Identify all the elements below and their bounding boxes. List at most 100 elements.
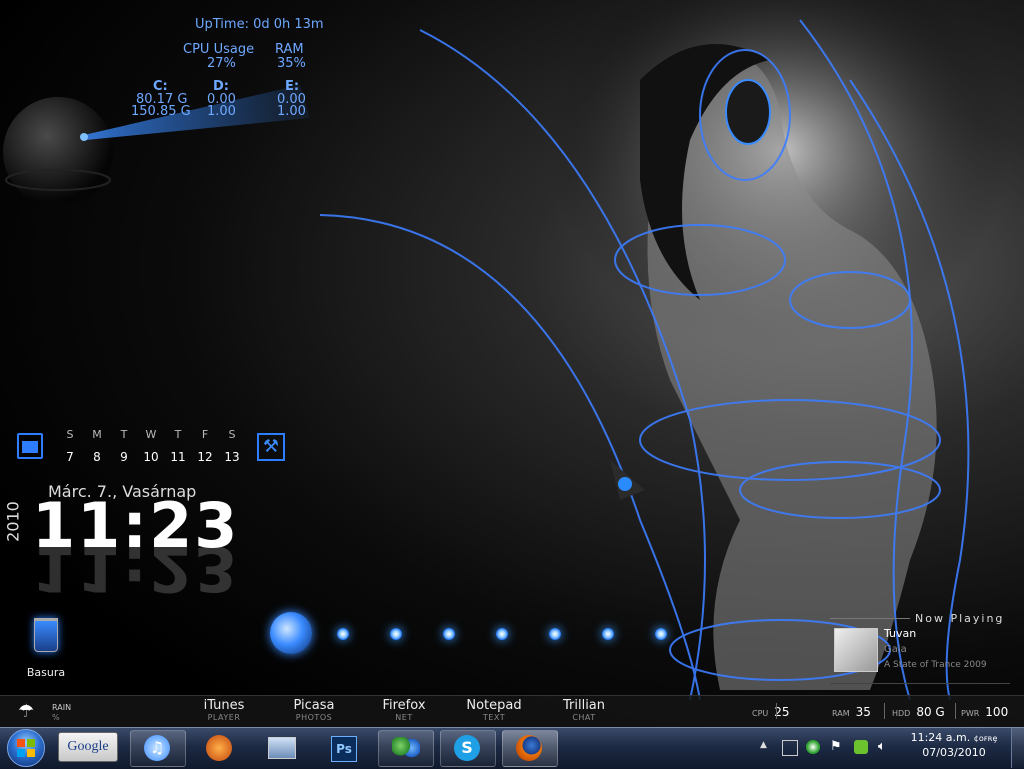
ram-stat: RAM 35 bbox=[832, 705, 871, 719]
track-title: Gaia bbox=[884, 644, 907, 655]
now-playing-divider bbox=[830, 618, 910, 619]
cpu-usage-label: CPU Usage bbox=[183, 42, 255, 57]
network-tray-icon[interactable] bbox=[782, 740, 798, 756]
calendar-date[interactable]: 11 bbox=[167, 450, 189, 464]
network-icon bbox=[268, 737, 296, 759]
launcher-label: Picasa bbox=[293, 698, 335, 713]
cpu-usage-value: 27% bbox=[207, 56, 236, 71]
tray-time: 11:24 a.m. bbox=[910, 731, 971, 744]
show-desktop-button[interactable] bbox=[1011, 728, 1024, 768]
taskbar-clock[interactable]: 11:24 a.m. ¢ᴏꜰʀȩ 07/03/2010 bbox=[904, 731, 1004, 760]
calendar-icon[interactable] bbox=[17, 433, 43, 459]
calendar-date[interactable]: 7 bbox=[59, 450, 81, 464]
launcher-sublabel: CHAT bbox=[572, 713, 596, 722]
taskbar-network-button[interactable] bbox=[254, 730, 310, 767]
drive-c-total: 150.85 G bbox=[131, 104, 191, 119]
launcher-sublabel: TEXT bbox=[482, 713, 506, 722]
calendar-date[interactable]: 13 bbox=[221, 450, 243, 464]
launcher-picasa[interactable]: Picasa PHOTOS bbox=[269, 698, 359, 723]
calendar-date[interactable]: 12 bbox=[194, 450, 216, 464]
weekday-label: S bbox=[228, 428, 236, 441]
tray-ime-indicator: ¢ᴏꜰʀȩ bbox=[973, 734, 998, 743]
pwr-stat-value: 100 bbox=[985, 705, 1009, 719]
weekday-label: M bbox=[92, 428, 102, 441]
drive-d-total: 1.00 bbox=[207, 104, 236, 119]
launcher-trillian[interactable]: Trillian CHAT bbox=[539, 698, 629, 723]
calendar-date[interactable]: 8 bbox=[86, 450, 108, 464]
weekday-label: T bbox=[174, 428, 182, 441]
taskbar-vlc-button[interactable] bbox=[192, 730, 248, 767]
stat-separator bbox=[776, 703, 777, 719]
launcher-label: iTunes bbox=[203, 698, 245, 713]
album-art bbox=[834, 628, 878, 672]
hdd-stat-label: HDD bbox=[892, 709, 911, 718]
cpu-stat-label: CPU bbox=[752, 709, 769, 718]
weather-label: RAIN bbox=[52, 703, 72, 712]
launcher-itunes[interactable]: iTunes PLAYER bbox=[179, 698, 269, 723]
itunes-icon: ♫ bbox=[144, 735, 170, 761]
weekday-label: T bbox=[120, 428, 128, 441]
launcher-sublabel: PLAYER bbox=[207, 713, 241, 722]
drive-e-total: 1.00 bbox=[277, 104, 306, 119]
dock-dot-icon[interactable] bbox=[602, 628, 614, 640]
dock-dot-icon[interactable] bbox=[655, 628, 667, 640]
calendar-date[interactable]: 9 bbox=[113, 450, 135, 464]
google-toolbar-button[interactable]: Google bbox=[58, 732, 118, 762]
pwr-stat-label: PWR bbox=[961, 709, 980, 718]
launcher-sublabel: PHOTOS bbox=[295, 713, 333, 722]
skype-icon: S bbox=[454, 735, 480, 761]
recycle-bin-shortcut[interactable]: Basura bbox=[18, 618, 74, 682]
launcher-firefox[interactable]: Firefox NET bbox=[359, 698, 449, 723]
track-artist: Tuvan bbox=[884, 627, 917, 640]
volume-icon[interactable]: 🔈︎ bbox=[878, 740, 892, 754]
start-button[interactable] bbox=[7, 729, 45, 767]
ram-value: 35% bbox=[277, 56, 306, 71]
dock-dot-icon[interactable] bbox=[443, 628, 455, 640]
show-hidden-icons-button[interactable]: ▲ bbox=[760, 740, 767, 750]
recycle-bin-icon bbox=[34, 618, 58, 652]
clock-year: 2010 bbox=[3, 501, 23, 542]
taskbar-photoshop-button[interactable]: Ps bbox=[316, 730, 372, 767]
umbrella-icon: ☂ bbox=[18, 701, 35, 722]
dock-dot-icon[interactable] bbox=[496, 628, 508, 640]
desktop[interactable]: UpTime: 0d 0h 13m CPU Usage 27% RAM 35% … bbox=[0, 0, 1024, 768]
cpu-stat: CPU 25 bbox=[752, 705, 790, 719]
dock-orb-icon[interactable] bbox=[270, 612, 312, 654]
weather-unit: % bbox=[52, 713, 60, 722]
utorrent-tray-icon[interactable] bbox=[806, 740, 820, 754]
messenger-icon bbox=[392, 737, 420, 759]
uptime-text: UpTime: 0d 0h 13m bbox=[195, 17, 324, 32]
weekday-label: S bbox=[66, 428, 74, 441]
windows-logo-icon bbox=[17, 739, 35, 757]
settings-tools-icon[interactable]: ⚒ bbox=[257, 433, 285, 461]
clock-time-reflection: 11:23 bbox=[32, 532, 240, 605]
vlc-icon bbox=[206, 735, 232, 761]
taskbar-firefox-button[interactable] bbox=[502, 730, 558, 767]
photoshop-icon: Ps bbox=[331, 736, 357, 762]
ram-label: RAM bbox=[275, 42, 304, 57]
weekday-label: W bbox=[145, 428, 157, 441]
weekday-label: F bbox=[201, 428, 209, 441]
pwr-stat: PWR 100 bbox=[961, 705, 1008, 719]
dock-dot-icon[interactable] bbox=[337, 628, 349, 640]
launcher-label: Firefox bbox=[382, 698, 426, 713]
google-label: Google bbox=[67, 739, 109, 754]
launcher-sublabel: NET bbox=[395, 713, 413, 722]
calendar-date[interactable]: 10 bbox=[140, 450, 162, 464]
launcher-notepad[interactable]: Notepad TEXT bbox=[449, 699, 539, 723]
hdd-stat: HDD 80 G bbox=[892, 705, 945, 719]
dock-dot-icon[interactable] bbox=[549, 628, 561, 640]
hdd-stat-value: 80 G bbox=[916, 705, 945, 719]
ram-stat-value: 35 bbox=[855, 705, 871, 719]
ram-stat-label: RAM bbox=[832, 709, 850, 718]
track-album: A State of Trance 2009 bbox=[884, 660, 987, 670]
taskbar-messenger-button[interactable] bbox=[378, 730, 434, 767]
antivirus-tray-icon[interactable] bbox=[854, 740, 868, 754]
now-playing-header: Now Playing bbox=[915, 612, 1005, 625]
taskbar-skype-button[interactable]: S bbox=[440, 730, 496, 767]
dock-dot-icon[interactable] bbox=[390, 628, 402, 640]
tray-date: 07/03/2010 bbox=[922, 746, 986, 759]
taskbar-itunes-button[interactable]: ♫ bbox=[130, 730, 186, 767]
launcher-label: Trillian bbox=[562, 698, 606, 713]
action-center-flag-icon[interactable]: ⚑ bbox=[830, 740, 844, 754]
